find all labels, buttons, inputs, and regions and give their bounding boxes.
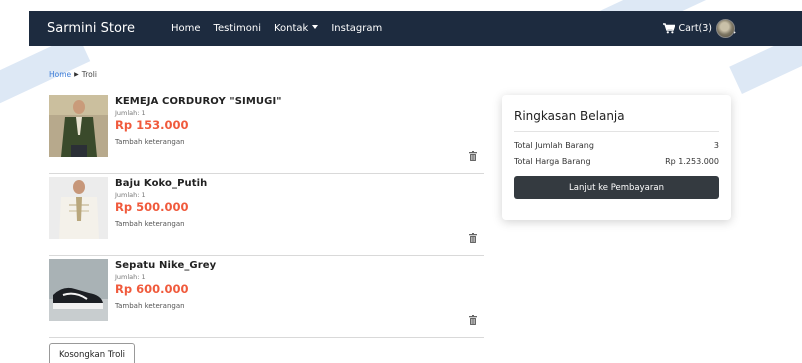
nav-link-kontak-label: Kontak (273, 23, 309, 34)
total-price-value: Rp 1.253.000 (665, 157, 719, 166)
cart-link[interactable]: Cart(3) (663, 23, 712, 34)
cart-item-list: KEMEJA CORDUROY "SIMUGI" Jumlah: 1 Rp 15… (49, 92, 484, 338)
total-qty-label: Total Jumlah Barang (514, 141, 594, 150)
cart-item: Baju Koko_Putih Jumlah: 1 Rp 500.000 Tam… (49, 174, 484, 256)
summary-title: Ringkasan Belanja (514, 95, 719, 132)
item-name[interactable]: Sepatu Nike_Grey (115, 260, 216, 271)
item-price: Rp 600.000 (115, 282, 189, 296)
cart-icon (663, 23, 676, 34)
cart-label: Cart(3) (678, 23, 712, 34)
breadcrumb-current: Troli (81, 70, 97, 79)
nav-link-instagram[interactable]: Instagram (331, 23, 382, 34)
product-image-sepatu-nike[interactable] (49, 259, 108, 321)
avatar[interactable] (716, 19, 735, 38)
nav-link-testimoni[interactable]: Testimoni (214, 23, 261, 34)
item-details: Baju Koko_Putih Jumlah: 1 Rp 500.000 Tam… (115, 178, 207, 228)
add-note-link[interactable]: Tambah keterangan (115, 138, 282, 146)
summary-row-total-qty: Total Jumlah Barang 3 (514, 141, 719, 150)
brand-logo[interactable]: Sarmini Store (47, 21, 171, 36)
trash-icon[interactable] (469, 146, 477, 165)
order-summary-card: Ringkasan Belanja Total Jumlah Barang 3 … (502, 95, 731, 220)
product-image-baju-koko[interactable] (49, 177, 108, 239)
trash-icon[interactable] (469, 228, 477, 247)
total-price-label: Total Harga Barang (514, 157, 591, 166)
caret-right-icon: ▶ (74, 71, 79, 78)
item-details: KEMEJA CORDUROY "SIMUGI" Jumlah: 1 Rp 15… (115, 96, 282, 146)
trash-icon[interactable] (469, 310, 477, 329)
item-name[interactable]: KEMEJA CORDUROY "SIMUGI" (115, 96, 282, 107)
chevron-down-icon (312, 25, 319, 29)
nav-link-home[interactable]: Home (171, 23, 201, 34)
empty-cart-button[interactable]: Kosongkan Troli (49, 343, 135, 363)
nav-dropdown-kontak[interactable]: Kontak (273, 23, 319, 34)
item-name[interactable]: Baju Koko_Putih (115, 178, 207, 189)
total-qty-value: 3 (713, 141, 719, 150)
add-note-link[interactable]: Tambah keterangan (115, 302, 216, 310)
summary-row-total-price: Total Harga Barang Rp 1.253.000 (514, 157, 719, 166)
breadcrumb-home[interactable]: Home (49, 70, 71, 79)
add-note-link[interactable]: Tambah keterangan (115, 220, 207, 228)
cart-item: Sepatu Nike_Grey Jumlah: 1 Rp 600.000 Ta… (49, 256, 484, 338)
navbar: Sarmini Store Home Testimoni Kontak Inst… (29, 11, 802, 46)
cart-item: KEMEJA CORDUROY "SIMUGI" Jumlah: 1 Rp 15… (49, 92, 484, 174)
item-price: Rp 500.000 (115, 200, 189, 214)
item-quantity: Jumlah: 1 (115, 191, 146, 199)
item-quantity: Jumlah: 1 (115, 273, 146, 281)
product-image-kemeja[interactable] (49, 95, 108, 157)
item-price: Rp 153.000 (115, 118, 189, 132)
item-details: Sepatu Nike_Grey Jumlah: 1 Rp 600.000 Ta… (115, 260, 216, 310)
item-quantity: Jumlah: 1 (115, 109, 146, 117)
breadcrumb: Home ▶ Troli (49, 70, 97, 79)
checkout-button[interactable]: Lanjut ke Pembayaran (514, 176, 719, 199)
nav-links: Home Testimoni Kontak Instagram (171, 23, 382, 34)
